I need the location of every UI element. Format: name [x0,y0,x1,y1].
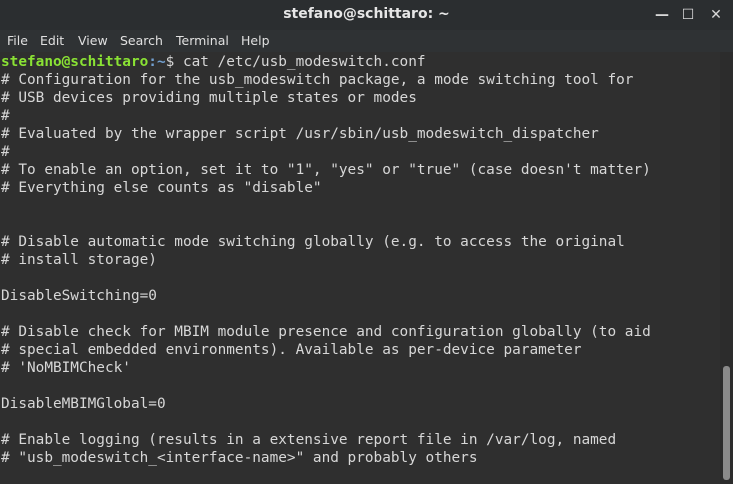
prompt-user-host: stefano@schittaro [1,54,149,70]
minimize-icon[interactable]: — [651,4,673,26]
title-bar[interactable]: stefano@schittaro: ~ — ☐ ✕ [0,0,733,30]
terminal-output[interactable]: stefano@schittaro:~$ cat /etc/usb_modesw… [0,52,720,484]
scrollbar-thumb[interactable] [723,366,730,480]
output-line: # install storage) [1,252,157,268]
output-line: # 'NoMBIMCheck' [1,360,131,376]
menu-file[interactable]: File [7,33,28,48]
menu-search[interactable]: Search [120,33,163,48]
output-line: # Everything else counts as "disable" [1,180,322,196]
menu-view[interactable]: View [78,33,108,48]
output-line: # Evaluated by the wrapper script /usr/s… [1,126,599,142]
prompt-path: :~ [148,54,166,70]
output-line: # USB devices providing multiple states … [1,90,417,106]
output-line: # Disable automatic mode switching globa… [1,234,625,250]
output-line: # To enable an option, set it to "1", "y… [1,162,651,178]
command-text: cat /etc/usb_modeswitch.conf [182,54,426,70]
vertical-scrollbar[interactable] [720,52,733,484]
close-icon[interactable]: ✕ [705,4,727,26]
output-line: # Enable logging (results in a extensive… [1,432,617,448]
prompt-symbol: $ [165,54,183,70]
output-line: DisableMBIMGlobal=0 [1,396,166,412]
terminal-window: stefano@schittaro: ~ — ☐ ✕ File Edit Vie… [0,0,733,484]
menu-bar: File Edit View Search Terminal Help [0,30,733,52]
output-line: # Configuration for the usb_modeswitch p… [1,72,634,88]
menu-edit[interactable]: Edit [40,33,64,48]
output-line: DisableSwitching=0 [1,288,157,304]
maximize-icon[interactable]: ☐ [677,4,699,26]
output-line: # special embedded environments). Availa… [1,342,582,358]
output-line: # [1,108,10,124]
output-line: # "usb_modeswitch_<interface-name>" and … [1,450,478,466]
menu-help[interactable]: Help [241,33,270,48]
menu-terminal[interactable]: Terminal [176,33,229,48]
output-line: # Disable check for MBIM module presence… [1,324,651,340]
window-title: stefano@schittaro: ~ [283,6,450,22]
output-line: # [1,144,10,160]
prompt-line: stefano@schittaro:~$ cat /etc/usb_modesw… [1,53,426,71]
